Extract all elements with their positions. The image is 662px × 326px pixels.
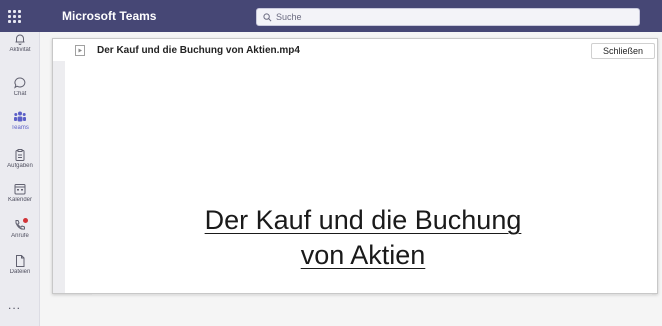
app-launcher-icon[interactable]: [6, 8, 24, 24]
search-placeholder: Suche: [276, 12, 302, 22]
teams-icon: [14, 111, 26, 122]
bell-icon: [15, 34, 25, 45]
rail-label: Teams: [11, 125, 29, 131]
file-viewer: Der Kauf und die Buchung von Aktien.mp4 …: [52, 38, 658, 294]
rail-label: Dateien: [9, 269, 31, 275]
calendar-icon: [14, 184, 26, 195]
rail-label: Kalender: [7, 197, 33, 203]
rail-label: Aufgaben: [7, 163, 33, 169]
rail-label: Anrufe: [11, 233, 29, 239]
rail-label: Aktivität: [9, 47, 31, 53]
rail-item-teams[interactable]: Teams: [0, 110, 40, 144]
divider: [92, 294, 652, 295]
rail-item-activity[interactable]: Aktivität: [0, 32, 40, 66]
file-icon: [16, 255, 25, 267]
rail-item-chat[interactable]: Chat: [0, 76, 40, 110]
slide-title-line-2: von Aktien: [300, 240, 426, 270]
slide-title: Der Kauf und die Buchung von Aktien: [113, 203, 613, 273]
video-file-icon: [75, 45, 85, 56]
viewer-side-panel: [53, 61, 65, 293]
title-bar: Microsoft Teams Suche: [0, 0, 662, 32]
main-content: Der Kauf und die Buchung von Aktien.mp4 …: [40, 32, 662, 326]
slide-title-line-1: Der Kauf und die Buchung: [204, 205, 522, 235]
rail-item-assignments[interactable]: Aufgaben: [0, 148, 40, 182]
file-name: Der Kauf und die Buchung von Aktien.mp4: [97, 45, 300, 56]
notification-dot: [23, 218, 28, 223]
chat-icon: [14, 77, 26, 89]
rail-item-files[interactable]: Dateien: [0, 254, 40, 288]
app-rail: Aktivität Chat Teams Aufgaben Kalender A…: [0, 32, 40, 326]
rail-label: Chat: [13, 91, 27, 97]
rail-item-calendar[interactable]: Kalender: [0, 182, 40, 216]
rail-item-calls[interactable]: Anrufe: [0, 218, 40, 252]
more-apps-button[interactable]: ...: [8, 298, 21, 312]
app-title: Microsoft Teams: [62, 9, 157, 23]
close-button[interactable]: Schließen: [591, 43, 655, 59]
clipboard-icon: [15, 149, 25, 161]
search-icon: [263, 12, 272, 21]
search-input[interactable]: Suche: [256, 8, 640, 26]
